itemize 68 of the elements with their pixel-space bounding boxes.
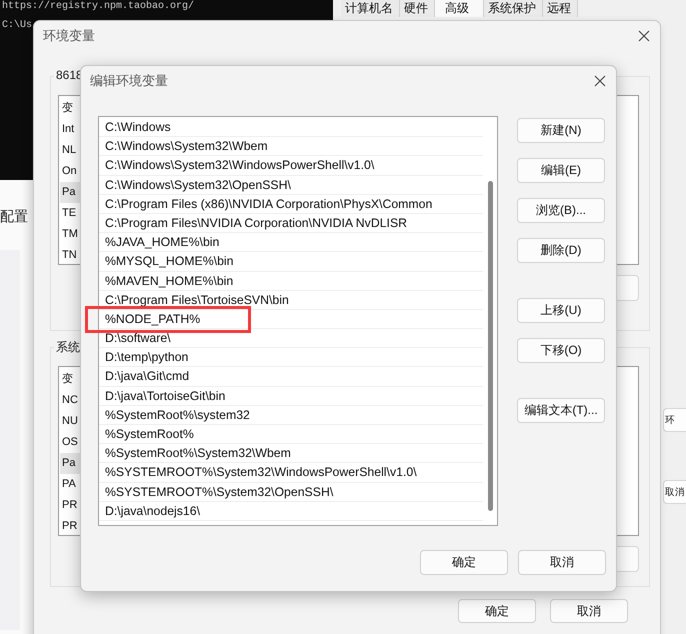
ok-button[interactable]: 确定 bbox=[420, 550, 508, 575]
side-button[interactable]: 编辑(E) bbox=[517, 158, 605, 183]
path-text: %JAVA_HOME%\bin bbox=[105, 235, 220, 250]
tab[interactable]: 远程 bbox=[543, 0, 578, 17]
list-item[interactable]: %MAVEN_HOME%\bin bbox=[99, 272, 483, 291]
list-item[interactable]: %MYSQL_HOME%\bin bbox=[99, 252, 483, 272]
list-item[interactable]: C:\Windows\System32\WindowsPowerShell\v1.0\ bbox=[99, 156, 483, 176]
path-text: D:\software\ bbox=[105, 331, 171, 346]
list-item[interactable]: C:\Program Files\NVIDIA Corporation\NVIDIA NvDLISR bbox=[99, 214, 483, 234]
list-item[interactable]: %SystemRoot%\System32\Wbem bbox=[99, 444, 483, 464]
path-text: D:\java\Git\cmd bbox=[105, 369, 190, 384]
list-item[interactable]: D:\java\Git\cmd bbox=[99, 367, 483, 387]
list-item[interactable]: %SYSTEMROOT%\System32\OpenSSH\ bbox=[99, 482, 483, 502]
path-text: %SystemRoot% bbox=[105, 427, 194, 441]
cancel-button[interactable]: 取消 bbox=[550, 599, 628, 623]
list-item[interactable]: C:\Program Files (x86)\NVIDIA Corporation\PhysX\Common bbox=[99, 194, 483, 214]
path-text: %NODE_PATH% bbox=[105, 312, 200, 326]
dialog-button[interactable]: 取消 bbox=[663, 480, 686, 504]
list-item[interactable]: D:\java\TortoiseGit\bin bbox=[99, 386, 483, 406]
path-text: C:\Program Files (x86)\NVIDIA Corporation\PhysX\Common bbox=[105, 196, 432, 211]
list-item[interactable]: %JAVA_HOME%\bin bbox=[99, 233, 483, 252]
tab[interactable]: 系统保护 bbox=[484, 0, 543, 17]
terminal-line: C:\Us bbox=[2, 20, 34, 32]
path-text: %MYSQL_HOME%\bin bbox=[105, 254, 234, 268]
terminal-line: https://registry.npm.taobao.org/ bbox=[2, 1, 196, 13]
path-text: %SystemRoot%\system32 bbox=[105, 408, 250, 422]
side-button[interactable]: 删除(D) bbox=[517, 238, 605, 263]
path-text: D:\temp\python bbox=[105, 350, 188, 364]
path-text: %SystemRoot%\System32\Wbem bbox=[105, 446, 291, 460]
path-text: C:\Windows\System32\OpenSSH\ bbox=[105, 178, 291, 192]
list-item[interactable]: %SystemRoot%\system32 bbox=[99, 406, 483, 425]
tab[interactable]: 高级 bbox=[435, 0, 484, 17]
side-button[interactable]: 上移(U) bbox=[517, 298, 605, 323]
close-icon[interactable] bbox=[638, 30, 650, 42]
list-item[interactable]: D:\temp\python bbox=[99, 348, 483, 368]
list-item[interactable]: %NODE_PATH% bbox=[99, 310, 483, 330]
path-text: C:\Windows\System32\Wbem bbox=[105, 139, 268, 154]
path-text: C:\Windows bbox=[105, 120, 171, 134]
side-button[interactable]: 浏览(B)... bbox=[517, 198, 605, 223]
path-text: D:\java\nodejs16\ bbox=[105, 504, 200, 518]
tab[interactable]: 硬件 bbox=[400, 0, 435, 17]
path-text: C:\Program Files\TortoiseSVN\bin bbox=[105, 292, 289, 307]
dialog-button[interactable]: 环 bbox=[663, 408, 686, 432]
close-icon[interactable] bbox=[594, 75, 606, 87]
cancel-button[interactable]: 取消 bbox=[518, 550, 606, 575]
list-item[interactable]: %SYSTEMROOT%\System32\WindowsPowerShell\v1.0\ bbox=[99, 463, 483, 483]
side-button[interactable]: 编辑文本(T)... bbox=[517, 398, 605, 423]
list-item[interactable]: %SystemRoot% bbox=[99, 425, 483, 444]
window-title: 环境变量 bbox=[43, 27, 95, 45]
scrollbar-thumb[interactable] bbox=[488, 181, 493, 511]
list-item[interactable]: D:\software\ bbox=[99, 329, 483, 348]
list-item[interactable]: C:\Windows\System32\OpenSSH\ bbox=[99, 176, 483, 195]
path-text: D:\java\TortoiseGit\bin bbox=[105, 388, 226, 403]
path-text: %SYSTEMROOT%\System32\WindowsPowerShell\v1.0\ bbox=[105, 465, 417, 480]
path-text: C:\Windows\System32\WindowsPowerShell\v1.0\ bbox=[105, 158, 374, 172]
side-button[interactable]: 新建(N) bbox=[517, 118, 605, 143]
list-item[interactable]: D:\java\nodejs16\ bbox=[99, 502, 483, 521]
path-text: C:\Program Files\NVIDIA Corporation\NVIDIA NvDLISR bbox=[105, 216, 408, 230]
list-item[interactable]: C:\Windows bbox=[99, 118, 483, 138]
window-title: 编辑环境变量 bbox=[90, 72, 168, 90]
path-text: %SYSTEMROOT%\System32\OpenSSH\ bbox=[105, 484, 334, 499]
ok-button[interactable]: 确定 bbox=[458, 599, 536, 623]
list-item[interactable]: C:\Program Files\TortoiseSVN\bin bbox=[99, 290, 483, 310]
list-item[interactable]: C:\Windows\System32\Wbem bbox=[99, 137, 483, 156]
path-text: %MAVEN_HOME%\bin bbox=[105, 274, 234, 288]
page-heading: 配置 bbox=[0, 208, 28, 226]
side-button[interactable]: 下移(O) bbox=[517, 338, 605, 363]
tab[interactable]: 计算机名 bbox=[341, 0, 400, 17]
